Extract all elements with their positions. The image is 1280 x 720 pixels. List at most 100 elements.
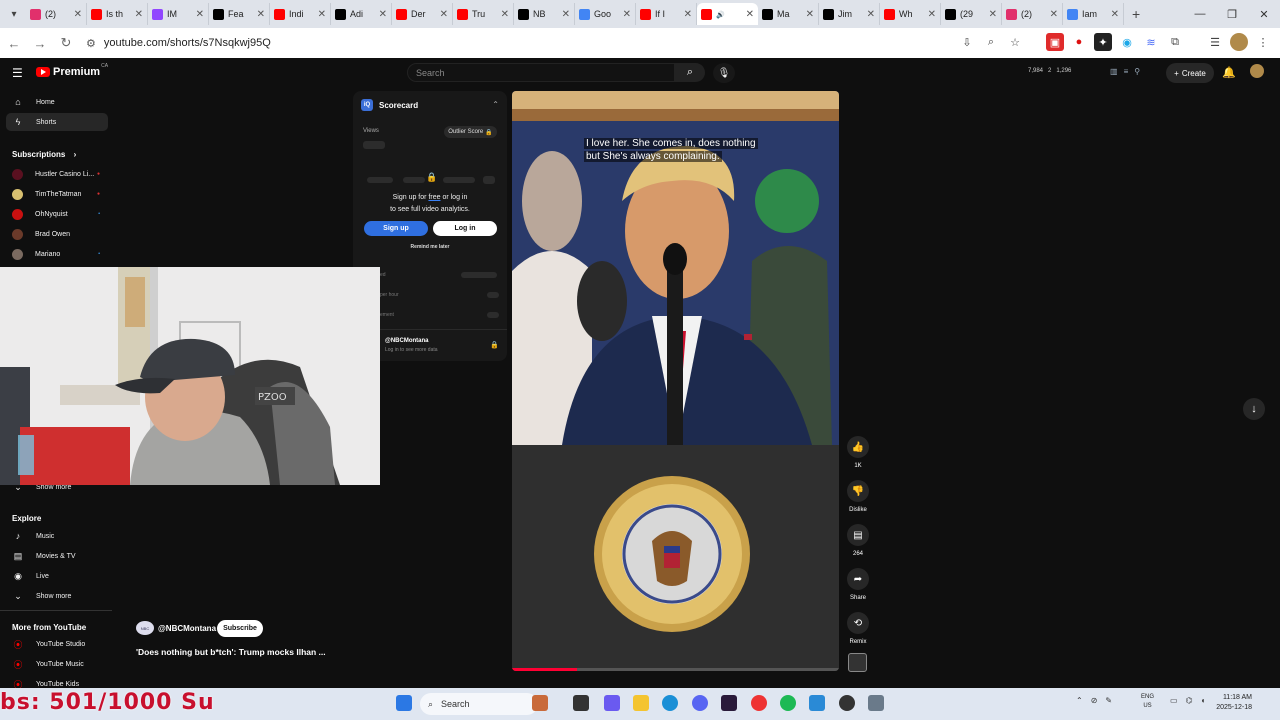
browser-tab[interactable]: Tru ✕	[453, 3, 514, 25]
browser-tab[interactable]: Ma ✕	[758, 3, 819, 25]
browser-tab[interactable]: If I ✕	[636, 3, 697, 25]
zoom-icon[interactable]: ⌕	[982, 33, 1000, 51]
video-title[interactable]: 'Does nothing but b*tch': Trump mocks Il…	[136, 647, 326, 657]
remix-button[interactable]: ⟲ Remix	[845, 612, 871, 645]
signup-button[interactable]: Sign up	[364, 221, 428, 236]
extension-red-icon[interactable]: ▣	[1046, 33, 1064, 51]
discord-icon[interactable]	[692, 695, 708, 711]
sidebar-item-sub-mariano[interactable]: Mariano •	[6, 245, 108, 263]
mic-icon[interactable]: 🎙	[713, 63, 735, 83]
tab-close-icon[interactable]: ✕	[684, 9, 692, 20]
forward-icon[interactable]: →	[28, 31, 52, 55]
pen-icon[interactable]: ✎	[1105, 696, 1112, 705]
tab-close-icon[interactable]: ✕	[562, 9, 570, 20]
menu-icon[interactable]: ☰	[12, 66, 24, 80]
site-info-icon[interactable]: ⚙	[86, 37, 96, 50]
browser-menu-icon[interactable]: ⋮	[1254, 33, 1272, 51]
sidebar-item-music-app[interactable]: ⦿ YouTube Music	[6, 655, 108, 673]
extensions-puzzle-icon[interactable]: ⧉	[1166, 33, 1184, 51]
tab-close-icon[interactable]: ✕	[257, 9, 265, 20]
browser-tab[interactable]: Wh ✕	[880, 3, 941, 25]
settings-icon[interactable]	[868, 695, 884, 711]
tab-close-icon[interactable]: ✕	[318, 9, 326, 20]
tab-close-icon[interactable]: ✕	[440, 9, 448, 20]
taskbar-search[interactable]: ⌕ Search	[420, 693, 538, 715]
sidebar-item-movies[interactable]: ▤ Movies & TV	[6, 547, 108, 565]
tab-close-icon[interactable]: ✕	[74, 9, 82, 20]
share-button[interactable]: ➦ Share	[845, 568, 871, 601]
tray-chevron-icon[interactable]: ⌃	[1076, 696, 1083, 705]
show-more-explore[interactable]: ⌄ Show more	[6, 587, 108, 605]
browser-tab[interactable]: Jim ✕	[819, 3, 880, 25]
kick-icon[interactable]	[721, 695, 737, 711]
browser-tab[interactable]: Goo ✕	[575, 3, 636, 25]
extension-audio-icon[interactable]: ≋	[1142, 33, 1160, 51]
back-icon[interactable]: ←	[2, 31, 26, 55]
new-tab-button[interactable]: +	[1132, 6, 1140, 22]
sidebar-item-sub-timthetatman[interactable]: TimTheTatman ●	[6, 185, 108, 203]
ext-list-icon[interactable]: ≡	[1124, 67, 1129, 76]
browser-tab[interactable]: Indi ✕	[270, 3, 331, 25]
sidebar-item-live[interactable]: ◉ Live	[6, 567, 108, 585]
collapse-chevron-icon[interactable]: ⌃	[492, 100, 499, 109]
create-button[interactable]: + Create	[1166, 63, 1214, 83]
tab-search-icon[interactable]: ▾	[6, 6, 22, 22]
notifications-bell-icon[interactable]: 🔔	[1222, 66, 1236, 79]
login-button[interactable]: Log in	[433, 221, 497, 236]
sidebar-item-studio[interactable]: ⦿ YouTube Studio	[6, 635, 108, 653]
video-channel-name[interactable]: @NBCMontana	[158, 624, 216, 633]
ext-chart-icon[interactable]: ▥	[1110, 67, 1118, 76]
language-indicator[interactable]: ENG US	[1141, 693, 1154, 711]
tab-close-icon[interactable]: ✕	[989, 9, 997, 20]
subscribe-button[interactable]: Subscribe	[217, 620, 263, 637]
tab-close-icon[interactable]: ✕	[501, 9, 509, 20]
tab-close-icon[interactable]: ✕	[135, 9, 143, 20]
browser-tab[interactable]: IM ✕	[148, 3, 209, 25]
profile-avatar[interactable]	[1230, 33, 1248, 51]
account-avatar[interactable]	[1250, 64, 1264, 78]
file-explorer-icon[interactable]	[633, 695, 649, 711]
tab-close-icon[interactable]: ✕	[928, 9, 936, 20]
edge-icon[interactable]	[662, 695, 678, 711]
sidebar-item-home[interactable]: ⌂ Home	[6, 93, 108, 111]
extension-lastpass-icon[interactable]: ●	[1070, 33, 1088, 51]
tab-close-icon[interactable]: ✕	[1050, 9, 1058, 20]
sidebar-item-sub-bradowen[interactable]: Brad Owen	[6, 225, 108, 243]
search-input[interactable]: Search	[407, 63, 675, 82]
browser-tab[interactable]: (2) ✕	[26, 3, 87, 25]
tab-close-icon[interactable]: ✕	[623, 9, 631, 20]
browser-tab[interactable]: Der ✕	[392, 3, 453, 25]
browser-tab[interactable]: Is th ✕	[87, 3, 148, 25]
tab-close-icon[interactable]: ✕	[196, 9, 204, 20]
network-off-icon[interactable]: ⊘	[1091, 696, 1098, 705]
tab-close-icon[interactable]: ✕	[867, 9, 875, 20]
signup-free-link[interactable]: free	[428, 194, 440, 201]
install-icon[interactable]: ⇩	[958, 33, 976, 51]
reading-list-icon[interactable]: ☰	[1206, 33, 1224, 51]
taskbar-clock[interactable]: 11:18 AM 2025-12-18	[1208, 693, 1252, 713]
dislike-button[interactable]: 👎 Dislike	[845, 480, 871, 513]
browser-tab[interactable]: (29 ✕	[941, 3, 1002, 25]
extension-blue-icon[interactable]: ◉	[1118, 33, 1136, 51]
start-icon[interactable]	[396, 695, 412, 711]
browser-tab[interactable]: Fea ✕	[209, 3, 270, 25]
sidebar-item-music[interactable]: ♪ Music	[6, 527, 108, 545]
bookmark-star-icon[interactable]: ☆	[1006, 33, 1024, 51]
browser-tab[interactable]: (2) ✕	[1002, 3, 1063, 25]
obs-icon[interactable]	[839, 695, 855, 711]
spotify-icon[interactable]	[780, 695, 796, 711]
maximize-button[interactable]: ❐	[1216, 0, 1248, 28]
notepad-icon[interactable]	[809, 695, 825, 711]
close-window-button[interactable]: ✕	[1248, 0, 1280, 28]
tab-close-icon[interactable]: ✕	[1111, 9, 1119, 20]
chrome-icon[interactable]	[751, 695, 767, 711]
tab-close-icon[interactable]: ✕	[379, 9, 387, 20]
browser-tab[interactable]: NB ✕	[514, 3, 575, 25]
sidebar-item-shorts[interactable]: ϟ Shorts	[6, 113, 108, 131]
minimize-button[interactable]: —	[1184, 0, 1216, 28]
sound-thumbnail[interactable]	[848, 653, 867, 672]
youtube-logo[interactable]: Premium CA	[36, 63, 108, 78]
extension-black-icon[interactable]: ✦	[1094, 33, 1112, 51]
video-progress-bar[interactable]	[512, 668, 839, 671]
tab-audio-icon[interactable]: 🔊	[716, 12, 725, 19]
